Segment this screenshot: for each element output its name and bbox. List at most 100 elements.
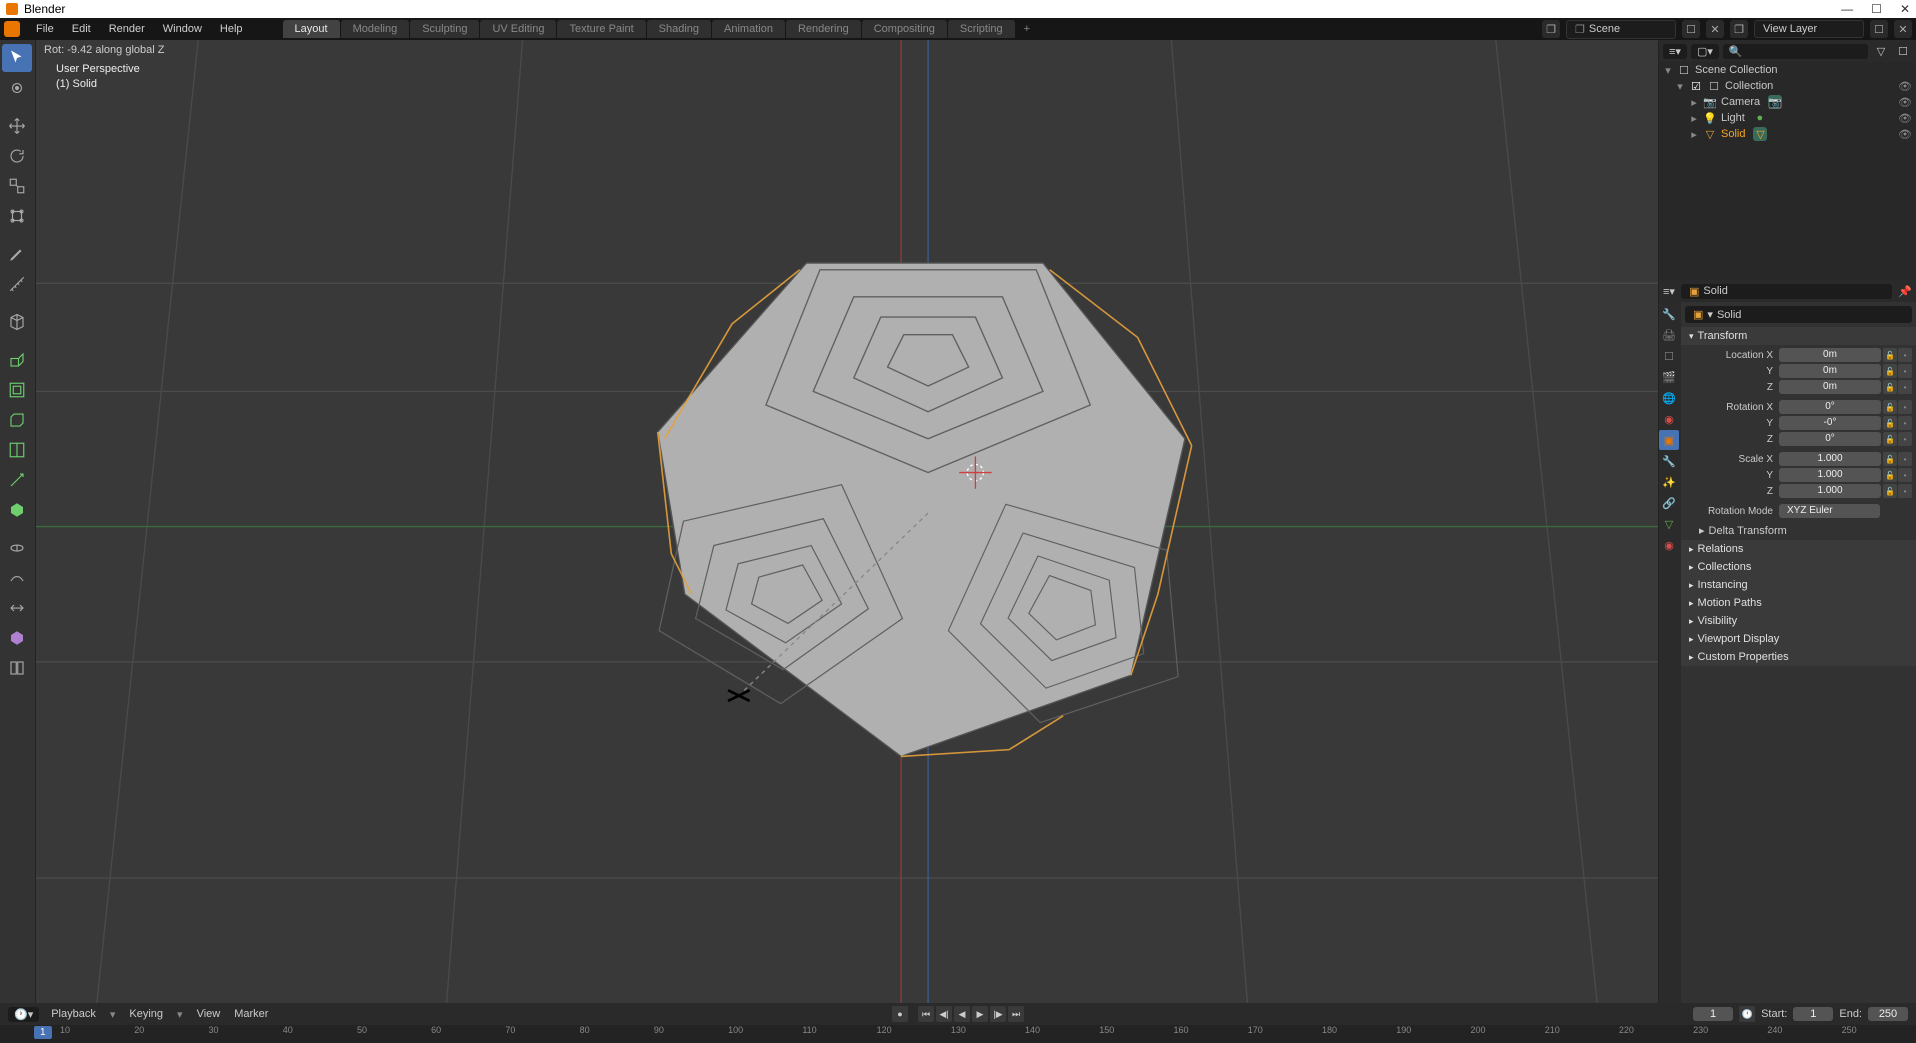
tool-extrude[interactable] (2, 346, 32, 374)
section-instancing[interactable]: ▸Instancing (1681, 576, 1916, 594)
ptab-object[interactable]: ▣ (1659, 430, 1679, 450)
input-scale-x[interactable]: 1.000 (1779, 452, 1881, 466)
pin-icon[interactable]: 📌 (1898, 285, 1912, 298)
timeline-keying-menu[interactable]: Keying (129, 1008, 163, 1020)
tab-layout[interactable]: Layout (283, 20, 340, 38)
ptab-constraints[interactable]: 🔗 (1659, 493, 1679, 513)
tool-rotate[interactable] (2, 142, 32, 170)
input-rotation-y[interactable]: -0° (1779, 416, 1881, 430)
visibility-toggle-icon[interactable]: 👁 (1898, 128, 1912, 141)
input-location-y[interactable]: 0m (1779, 364, 1881, 378)
tool-loopcut[interactable] (2, 436, 32, 464)
ptab-output[interactable]: 🖨 (1659, 325, 1679, 345)
blender-icon[interactable] (4, 21, 20, 37)
input-rotation-z[interactable]: 0° (1779, 432, 1881, 446)
outliner-item-light[interactable]: ▸💡Light ● 👁 (1659, 110, 1916, 126)
close-button[interactable]: ✕ (1900, 2, 1910, 16)
outliner-item-solid[interactable]: ▸▽Solid ▽ 👁 (1659, 126, 1916, 142)
tab-animation[interactable]: Animation (712, 20, 785, 38)
properties-object-name[interactable]: ▣Solid (1681, 284, 1892, 299)
tab-scripting[interactable]: Scripting (948, 20, 1015, 38)
menu-help[interactable]: Help (212, 21, 251, 37)
tab-texturepaint[interactable]: Texture Paint (557, 20, 645, 38)
prop-object-name-field[interactable]: ▣▾Solid (1685, 306, 1912, 323)
input-scale-z[interactable]: 1.000 (1779, 484, 1881, 498)
properties-editor-select[interactable]: ≡▾ (1663, 285, 1675, 298)
section-viewport-display[interactable]: ▸Viewport Display (1681, 630, 1916, 648)
viewlayer-selector[interactable]: View Layer (1754, 20, 1864, 38)
ptab-physics[interactable]: ◉ (1659, 409, 1679, 429)
tool-move[interactable] (2, 112, 32, 140)
timeline-editor-select[interactable]: 🕐▾ (8, 1007, 39, 1022)
section-delta-transform[interactable]: ▸Delta Transform (1681, 521, 1916, 540)
next-keyframe-button[interactable]: |▶ (990, 1006, 1006, 1022)
preview-range-icon[interactable]: 🕐 (1739, 1006, 1755, 1022)
timeline-marker-menu[interactable]: Marker (234, 1008, 268, 1020)
outliner-item-camera[interactable]: ▸📷Camera 📷 👁 (1659, 94, 1916, 110)
tool-edge-slide[interactable] (2, 594, 32, 622)
layer-new-icon[interactable]: ☐ (1870, 20, 1888, 38)
3d-viewport[interactable]: Rot: -9.42 along global Z (36, 40, 1658, 1003)
section-relations[interactable]: ▸Relations (1681, 540, 1916, 558)
outliner-collection[interactable]: ▾☑☐Collection 👁 (1659, 78, 1916, 94)
tab-rendering[interactable]: Rendering (786, 20, 861, 38)
tool-add-cube[interactable] (2, 308, 32, 336)
menu-edit[interactable]: Edit (64, 21, 99, 37)
tool-bevel[interactable] (2, 406, 32, 434)
outliner[interactable]: ▾☐Scene Collection ▾☑☐Collection 👁 ▸📷Cam… (1659, 62, 1916, 280)
tool-spin[interactable] (2, 534, 32, 562)
add-workspace-button[interactable]: + (1016, 20, 1038, 38)
input-location-z[interactable]: 0m (1779, 380, 1881, 394)
tool-inset[interactable] (2, 376, 32, 404)
visibility-toggle-icon[interactable]: 👁 (1898, 96, 1912, 109)
tool-transform[interactable] (2, 202, 32, 230)
menu-render[interactable]: Render (101, 21, 153, 37)
current-frame-input[interactable]: 1 (1693, 1007, 1733, 1021)
input-location-x[interactable]: 0m (1779, 348, 1881, 362)
keyframe-icon[interactable]: • (1898, 348, 1912, 362)
outliner-filter-icon[interactable]: ▽ (1872, 42, 1890, 60)
jump-start-button[interactable]: ⏮ (918, 1006, 934, 1022)
outliner-display-mode[interactable]: ▢▾ (1691, 44, 1719, 59)
tool-select-box[interactable] (2, 44, 32, 72)
autokey-toggle[interactable]: ● (892, 1006, 908, 1022)
outliner-search[interactable]: 🔍 (1723, 44, 1868, 59)
ptab-render[interactable]: 🔧 (1659, 304, 1679, 324)
tab-modeling[interactable]: Modeling (341, 20, 410, 38)
scene-selector[interactable]: ❐Scene (1566, 20, 1676, 39)
scene-browse-icon[interactable]: ❐ (1542, 20, 1560, 38)
ptab-material[interactable]: ◉ (1659, 535, 1679, 555)
tab-compositing[interactable]: Compositing (862, 20, 947, 38)
prev-keyframe-button[interactable]: ◀| (936, 1006, 952, 1022)
section-motion-paths[interactable]: ▸Motion Paths (1681, 594, 1916, 612)
scene-delete-icon[interactable]: ✕ (1706, 20, 1724, 38)
menu-file[interactable]: File (28, 21, 62, 37)
input-scale-y[interactable]: 1.000 (1779, 468, 1881, 482)
outliner-scene-collection[interactable]: ▾☐Scene Collection (1659, 62, 1916, 78)
section-transform[interactable]: ▾Transform (1681, 327, 1916, 345)
menu-window[interactable]: Window (155, 21, 210, 37)
tab-shading[interactable]: Shading (647, 20, 711, 38)
ptab-particles[interactable]: ✨ (1659, 472, 1679, 492)
jump-end-button[interactable]: ⏭ (1008, 1006, 1024, 1022)
tool-cursor[interactable] (2, 74, 32, 102)
tab-sculpting[interactable]: Sculpting (410, 20, 479, 38)
ptab-modifiers[interactable]: 🔧 (1659, 451, 1679, 471)
visibility-toggle-icon[interactable]: 👁 (1898, 80, 1912, 93)
tool-measure[interactable] (2, 270, 32, 298)
section-custom-properties[interactable]: ▸Custom Properties (1681, 648, 1916, 666)
play-button[interactable]: ▶ (972, 1006, 988, 1022)
minimize-button[interactable]: — (1841, 2, 1853, 16)
timeline-ruler[interactable]: 1 10203040506070809010011012013014015016… (0, 1025, 1916, 1043)
tool-rip[interactable] (2, 654, 32, 682)
play-reverse-button[interactable]: ◀ (954, 1006, 970, 1022)
outliner-new-collection-icon[interactable]: ☐ (1894, 42, 1912, 60)
start-frame-input[interactable]: 1 (1793, 1007, 1833, 1021)
maximize-button[interactable]: ☐ (1871, 2, 1882, 16)
lock-icon[interactable]: 🔓 (1883, 348, 1897, 362)
tool-shrink[interactable] (2, 624, 32, 652)
outliner-editor-select[interactable]: ≡▾ (1663, 44, 1687, 59)
ptab-viewlayer[interactable]: ☐ (1659, 346, 1679, 366)
tool-polybuild[interactable] (2, 496, 32, 524)
scene-new-icon[interactable]: ☐ (1682, 20, 1700, 38)
